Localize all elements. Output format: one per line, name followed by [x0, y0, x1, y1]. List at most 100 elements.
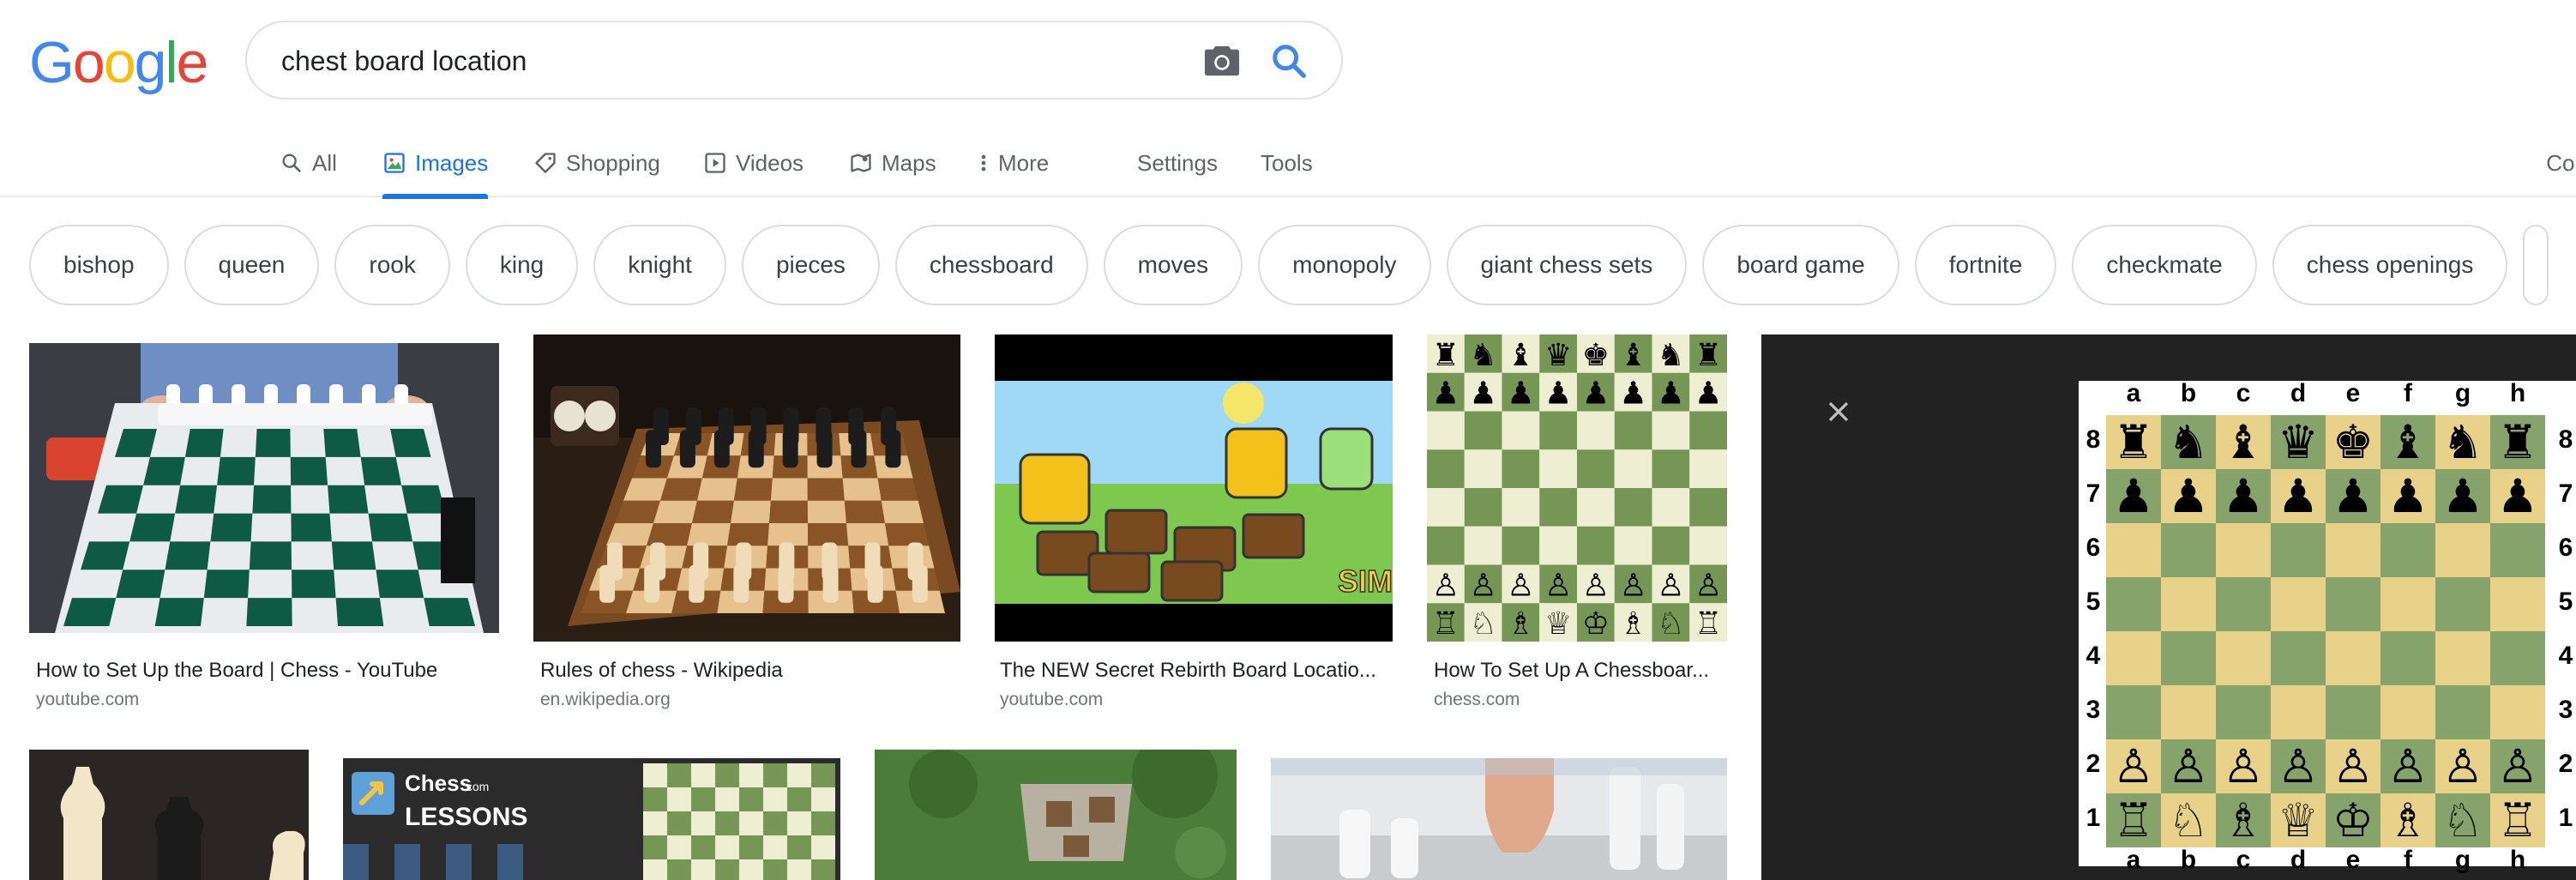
search-input[interactable] — [281, 39, 1139, 82]
chip-knight[interactable]: knight — [593, 225, 726, 305]
chip-king[interactable]: king — [465, 225, 579, 305]
search-icon[interactable] — [1269, 41, 1309, 81]
board-square — [2490, 631, 2545, 685]
tab-images[interactable]: Images — [382, 129, 489, 199]
tab-label: Videos — [736, 149, 804, 176]
board-file-label: c — [2236, 846, 2251, 874]
camera-icon[interactable] — [1202, 43, 1242, 79]
chip-queen[interactable]: queen — [184, 225, 320, 305]
result-thumbnail[interactable] — [29, 750, 309, 880]
result-source[interactable]: youtube.com — [36, 690, 139, 710]
board-rank-label: 8 — [2085, 425, 2101, 454]
black-piece-icon: ♟ — [2167, 468, 2210, 523]
chip-rook[interactable]: rook — [334, 225, 450, 305]
result-thumbnail[interactable]: Chess .com LESSONS — [343, 758, 840, 880]
result-thumbnail[interactable] — [875, 750, 1237, 880]
board-rank-label: 1 — [2085, 804, 2101, 832]
result-thumbnail[interactable]: ♜ ♞ ♝ ♛ ♚ ♝ ♞ ♜ ♟ ♟ ♟ ♟ ♟ ♟ ♟ ♟ ♙ ♙ ♙ ♙ ♙ ♙ ♙ ♙ ♖ ♘ ♗ ♕ ♔ ♗ ♘ ♖ — [1427, 335, 1727, 642]
result-source[interactable]: youtube.com — [1000, 690, 1103, 710]
board-rank-label: 6 — [2085, 533, 2101, 562]
result-thumbnail[interactable] — [1271, 758, 1727, 880]
chessboard-diagram[interactable]: ♜ ♞ ♝ ♛ ♚ ♝ ♞ ♜ ♟ ♟ ♟ ♟ ♟ ♟ ♟ ♟ ♙ ♙ ♙ ♙ ♙ ♙ ♙ ♙ ♖ ♘ ♗ ♕ ♔ ♗ ♘ ♖ a a b b c c d d… — [2079, 379, 2576, 874]
chip-monopoly[interactable]: monopoly — [1258, 225, 1431, 305]
board-square — [2435, 523, 2490, 577]
svg-text:♙: ♙ — [1582, 568, 1610, 603]
svg-text:♟: ♟ — [1432, 377, 1460, 412]
white-piece-icon: ♖ — [2112, 793, 2155, 847]
board-file-label: h — [2509, 846, 2526, 874]
board-square — [2490, 523, 2545, 577]
result-title[interactable]: Rules of chess - Wikipedia — [540, 659, 952, 683]
svg-text:♟: ♟ — [1469, 377, 1496, 412]
tab-label: Shopping — [566, 149, 660, 176]
tab-all[interactable]: All — [280, 129, 337, 197]
tab-label: All — [312, 149, 337, 176]
more-vert-icon — [981, 154, 986, 172]
board-file-label: g — [2454, 846, 2471, 874]
chip-pieces[interactable]: pieces — [741, 225, 880, 305]
svg-text:♟: ♟ — [1582, 377, 1610, 412]
hand-chess-photo — [1271, 758, 1727, 880]
settings-link[interactable]: Settings — [1137, 129, 1218, 197]
collections-link[interactable]: Coll — [2546, 129, 2576, 197]
result-thumbnail[interactable] — [533, 335, 960, 642]
svg-text:♙: ♙ — [1507, 568, 1534, 603]
board-rank-label: 2 — [2085, 750, 2101, 778]
result-title[interactable]: The NEW Secret Rebirth Board Locatio... — [1000, 659, 1389, 683]
result-source[interactable]: chess.com — [1434, 690, 1520, 710]
google-logo[interactable]: Google — [29, 29, 208, 96]
chip-giant-chess-sets[interactable]: giant chess sets — [1446, 225, 1688, 305]
close-icon[interactable] — [1821, 395, 1856, 429]
chip-checkmate[interactable]: checkmate — [2072, 225, 2257, 305]
chip-chess-openings[interactable]: chess openings — [2272, 225, 2508, 305]
board-square — [2216, 523, 2271, 577]
svg-text:♟: ♟ — [1694, 377, 1722, 412]
board-rank-label: 3 — [2085, 696, 2101, 724]
svg-text:♚: ♚ — [1582, 338, 1610, 373]
result-title[interactable]: How to Set Up the Board | Chess - YouTub… — [36, 659, 499, 683]
svg-text:♜: ♜ — [1694, 338, 1722, 373]
white-piece-icon: ♔ — [2332, 793, 2374, 847]
result-title[interactable]: How To Set Up A Chessboar... — [1434, 659, 1725, 683]
tab-shopping[interactable]: Shopping — [533, 129, 660, 197]
board-square — [2326, 577, 2380, 631]
black-piece-icon: ♝ — [2386, 414, 2429, 469]
board-square — [2490, 577, 2545, 631]
svg-text:♙: ♙ — [1657, 568, 1684, 603]
tools-link[interactable]: Tools — [1261, 129, 1313, 197]
result-thumbnail[interactable]: SIM — [995, 335, 1393, 642]
chip-bishop[interactable]: bishop — [29, 225, 169, 305]
board-file-label: a — [2126, 846, 2141, 874]
board-file-label: a — [2126, 379, 2141, 407]
board-rank-label: 7 — [2558, 479, 2573, 508]
tools-label: Tools — [1261, 149, 1313, 176]
tab-videos[interactable]: Videos — [703, 129, 803, 197]
board-square — [2490, 685, 2545, 739]
svg-text:♜: ♜ — [1432, 338, 1460, 373]
board-file-label: c — [2236, 379, 2251, 407]
chip-board-game[interactable]: board game — [1702, 225, 1899, 305]
chip-chessboard[interactable]: chessboard — [894, 225, 1088, 305]
tab-more[interactable]: More — [978, 129, 1049, 197]
svg-text:♔: ♔ — [1582, 606, 1610, 642]
tab-maps[interactable]: Maps — [849, 129, 936, 197]
board-square — [2326, 523, 2380, 577]
board-square — [2161, 631, 2216, 685]
white-piece-icon: ♙ — [2496, 738, 2539, 793]
chip-next[interactable] — [2523, 225, 2549, 305]
tab-label: Images — [415, 149, 489, 176]
white-piece-icon: ♘ — [2441, 793, 2484, 847]
result-source[interactable]: en.wikipedia.org — [540, 690, 671, 710]
chess-diagram-thumbnail: ♜ ♞ ♝ ♛ ♚ ♝ ♞ ♜♟ ♟ ♟ ♟ ♟ ♟ ♟ ♟♙ ♙ ♙ ♙ ♙ ♙ ♙ ♙♖ ♘ ♗ ♕ ♔ ♗ ♘ ♖ — [1427, 335, 1727, 642]
board-square — [2380, 631, 2435, 685]
tag-icon — [535, 153, 556, 173]
chessboard-photo — [29, 343, 499, 633]
chip-moves[interactable]: moves — [1103, 225, 1243, 305]
result-thumbnail[interactable] — [29, 343, 499, 633]
chip-fortnite[interactable]: fortnite — [1914, 225, 2057, 305]
board-file-label: e — [2345, 846, 2361, 874]
svg-text:♘: ♘ — [1469, 606, 1496, 642]
wooden-chess-photo — [533, 335, 960, 642]
board-square — [2380, 523, 2435, 577]
board-square — [2161, 685, 2216, 739]
